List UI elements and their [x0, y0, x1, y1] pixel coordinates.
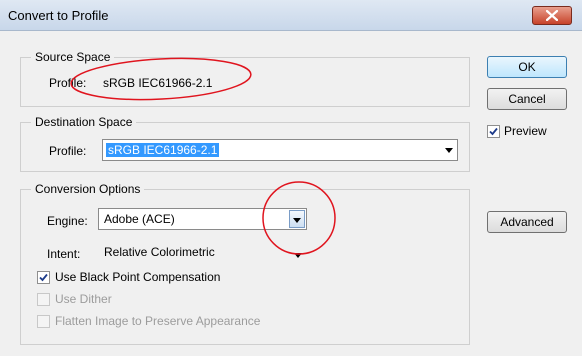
intent-label: Intent: [47, 247, 81, 261]
advanced-button[interactable]: Advanced [487, 211, 567, 233]
close-icon [546, 10, 558, 21]
checkmark-icon [489, 127, 498, 136]
destination-profile-label: Profile: [49, 144, 87, 158]
destination-profile-value: sRGB IEC61966-2.1 [106, 143, 220, 157]
engine-label: Engine: [47, 214, 88, 228]
close-button[interactable] [532, 6, 572, 25]
intent-dropdown[interactable]: Relative Colorimetric [98, 241, 307, 263]
black-point-label[interactable]: Use Black Point Compensation [55, 270, 220, 284]
preview-checkbox[interactable] [487, 125, 500, 138]
flatten-label[interactable]: Flatten Image to Preserve Appearance [55, 314, 260, 328]
source-space-group: Source Space Profile: sRGB IEC61966-2.1 [20, 50, 470, 107]
cancel-button[interactable]: Cancel [487, 88, 567, 110]
source-profile-value: sRGB IEC61966-2.1 [103, 76, 213, 90]
window-title: Convert to Profile [8, 8, 109, 23]
source-profile-label: Profile: [49, 76, 87, 90]
cancel-button-label: Cancel [508, 92, 546, 106]
dither-label[interactable]: Use Dither [55, 292, 112, 306]
destination-profile-dropdown[interactable]: sRGB IEC61966-2.1 [102, 139, 458, 161]
chevron-down-icon [445, 148, 453, 153]
chevron-down-icon [293, 218, 301, 223]
conversion-options-label: Conversion Options [31, 182, 145, 196]
ok-button-label: OK [518, 60, 536, 74]
dialog-body: Source Space Profile: sRGB IEC61966-2.1 … [0, 31, 582, 356]
title-bar: Convert to Profile [0, 0, 582, 31]
engine-dropdown-button[interactable] [289, 210, 305, 228]
engine-dropdown[interactable]: Adobe (ACE) [98, 208, 307, 230]
advanced-button-label: Advanced [500, 215, 554, 229]
checkmark-icon [39, 273, 48, 282]
flatten-checkbox[interactable] [37, 315, 50, 328]
black-point-checkbox[interactable] [37, 271, 50, 284]
ok-button[interactable]: OK [487, 56, 567, 78]
engine-value: Adobe (ACE) [104, 212, 175, 226]
destination-space-label: Destination Space [31, 115, 137, 129]
chevron-down-icon [294, 253, 302, 258]
destination-space-group: Destination Space Profile: sRGB IEC61966… [20, 115, 470, 172]
source-space-label: Source Space [31, 50, 115, 64]
conversion-options-group: Conversion Options Engine: Adobe (ACE) I… [20, 182, 470, 345]
intent-value: Relative Colorimetric [104, 245, 215, 259]
dither-checkbox[interactable] [37, 293, 50, 306]
preview-label[interactable]: Preview [504, 124, 547, 138]
